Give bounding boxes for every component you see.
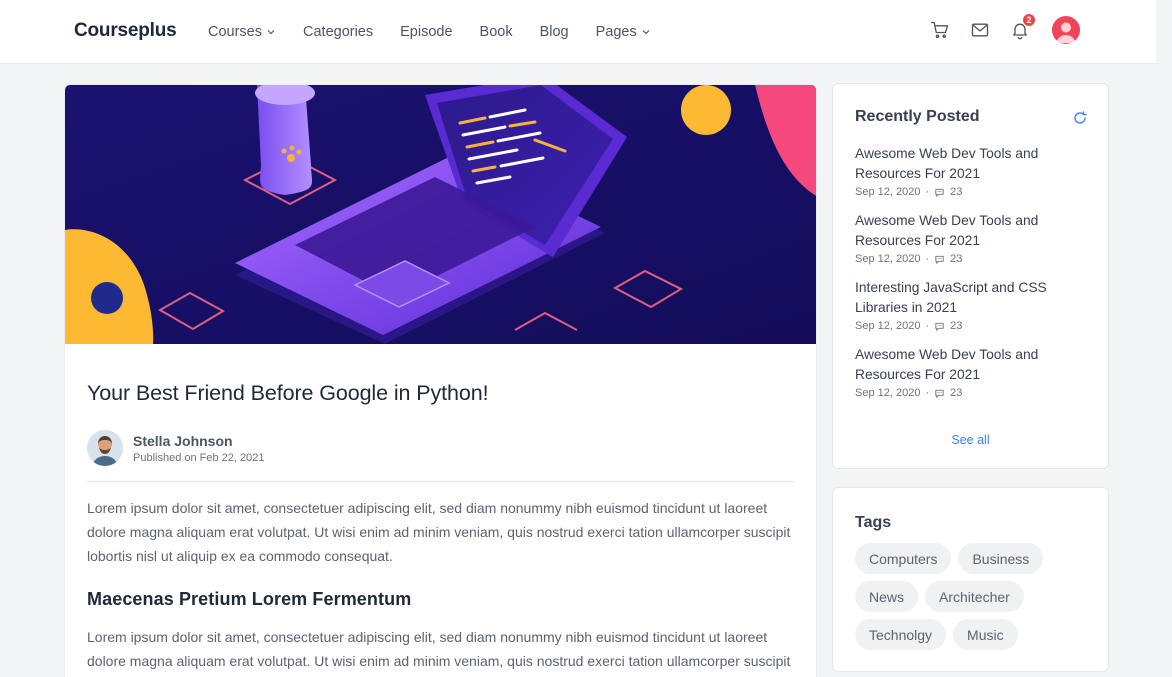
hero-illustration	[65, 85, 816, 344]
recent-post[interactable]: Awesome Web Dev Tools and Resources For …	[855, 144, 1090, 198]
recent-post-title[interactable]: Awesome Web Dev Tools and Resources For …	[855, 144, 1090, 184]
recent-post-comments: 23	[950, 320, 963, 332]
article-paragraph: Lorem ipsum dolor sit amet, consectetuer…	[87, 500, 791, 564]
notifications-button[interactable]: 2	[1008, 13, 1036, 42]
nav-categories[interactable]: Categories	[303, 24, 373, 40]
nav-book-label: Book	[479, 24, 513, 40]
tag-music[interactable]: Music	[953, 619, 1018, 650]
author-name[interactable]: Stella Johnson	[133, 433, 265, 449]
recent-post-comments: 23	[950, 186, 963, 198]
logo[interactable]: Courseplus	[74, 20, 177, 42]
article-body: Your Best Friend Before Google in Python…	[65, 381, 816, 677]
recent-post-meta: Sep 12, 2020 · 23	[855, 320, 1090, 332]
comment-icon	[935, 389, 944, 398]
recently-posted-title: Recently Posted	[855, 108, 980, 125]
tag-news[interactable]: News	[855, 581, 919, 612]
recent-post-comments: 23	[950, 253, 963, 265]
see-all-link[interactable]: See all	[833, 433, 1108, 447]
meta-separator: ·	[925, 253, 930, 265]
recent-post-list: Awesome Web Dev Tools and Resources For …	[855, 144, 1090, 412]
recent-post-meta: Sep 12, 2020 · 23	[855, 253, 1090, 265]
recent-post[interactable]: Awesome Web Dev Tools and Resources For …	[855, 211, 1090, 265]
comment-icon	[935, 322, 944, 331]
recently-posted-card: Recently Posted Awesome Web Dev Tools an…	[832, 83, 1109, 469]
recent-post-date: Sep 12, 2020	[855, 320, 921, 332]
user-avatar-icon	[1056, 22, 1076, 43]
nav-courses[interactable]: Courses	[208, 24, 276, 40]
tags-title: Tags	[855, 514, 892, 531]
meta-separator: ·	[925, 320, 930, 332]
nav-book[interactable]: Book	[480, 24, 513, 40]
article-title: Your Best Friend Before Google in Python…	[87, 381, 489, 405]
tag-list: Computers Business News Architecher Tech…	[855, 543, 1095, 657]
chevron-down-icon	[267, 30, 275, 35]
recent-post[interactable]: Awesome Web Dev Tools and Resources For …	[855, 345, 1090, 399]
header-icons: 2	[928, 13, 1080, 44]
nav-blog-label: Blog	[539, 24, 569, 40]
chevron-down-icon	[642, 30, 650, 35]
comment-icon	[935, 188, 944, 197]
recent-post-meta: Sep 12, 2020 · 23	[855, 387, 1090, 399]
nav-blog[interactable]: Blog	[540, 24, 569, 40]
mail-button[interactable]	[968, 18, 992, 42]
meta-separator: ·	[925, 186, 930, 198]
nav-categories-label: Categories	[303, 24, 374, 40]
recent-post-title[interactable]: Awesome Web Dev Tools and Resources For …	[855, 345, 1090, 385]
cart-button[interactable]	[928, 18, 952, 42]
article-subheading: Maecenas Pretium Lorem Fermentum	[87, 589, 412, 609]
tag-architecher[interactable]: Architecher	[925, 581, 1024, 612]
recent-post-date: Sep 12, 2020	[855, 253, 921, 265]
tag-technolgy[interactable]: Technolgy	[855, 619, 947, 650]
author-info: Stella Johnson Published on Feb 22, 2021	[133, 433, 265, 464]
published-date: Published on Feb 22, 2021	[133, 451, 265, 464]
notification-badge: 2	[1022, 13, 1036, 27]
recent-post-comments: 23	[950, 387, 963, 399]
nav-pages[interactable]: Pages	[596, 24, 651, 40]
page-scrollbar[interactable]	[1156, 0, 1172, 677]
main-nav: Courses Categories Episode Book Blog Pag…	[208, 0, 678, 64]
recent-post-date: Sep 12, 2020	[855, 186, 921, 198]
tag-business[interactable]: Business	[958, 543, 1044, 574]
tags-card: Tags Computers Business News Architecher…	[832, 487, 1109, 672]
user-avatar[interactable]	[1052, 16, 1080, 44]
meta-separator: ·	[925, 387, 930, 399]
author-avatar-icon	[87, 430, 123, 466]
nav-episode[interactable]: Episode	[400, 24, 452, 40]
nav-pages-label: Pages	[595, 24, 637, 40]
author-avatar[interactable]	[87, 430, 123, 466]
article-paragraph: Lorem ipsum dolor sit amet, consectetuer…	[87, 629, 791, 669]
author-row: Stella Johnson Published on Feb 22, 2021	[87, 430, 794, 482]
recent-post-meta: Sep 12, 2020 · 23	[855, 186, 1090, 198]
recent-post-title[interactable]: Awesome Web Dev Tools and Resources For …	[855, 211, 1090, 251]
cart-icon	[931, 21, 949, 39]
article-card: Your Best Friend Before Google in Python…	[64, 84, 817, 677]
comment-icon	[935, 255, 944, 264]
recent-post[interactable]: Interesting JavaScript and CSS Libraries…	[855, 278, 1090, 332]
mail-icon	[971, 23, 989, 37]
recent-post-title[interactable]: Interesting JavaScript and CSS Libraries…	[855, 278, 1090, 318]
top-navbar: Courseplus Courses Categories Episode Bo…	[0, 0, 1156, 64]
recent-post-date: Sep 12, 2020	[855, 387, 921, 399]
nav-episode-label: Episode	[400, 24, 453, 40]
nav-courses-label: Courses	[208, 24, 262, 40]
tag-computers[interactable]: Computers	[855, 543, 952, 574]
refresh-icon[interactable]	[1072, 110, 1088, 126]
